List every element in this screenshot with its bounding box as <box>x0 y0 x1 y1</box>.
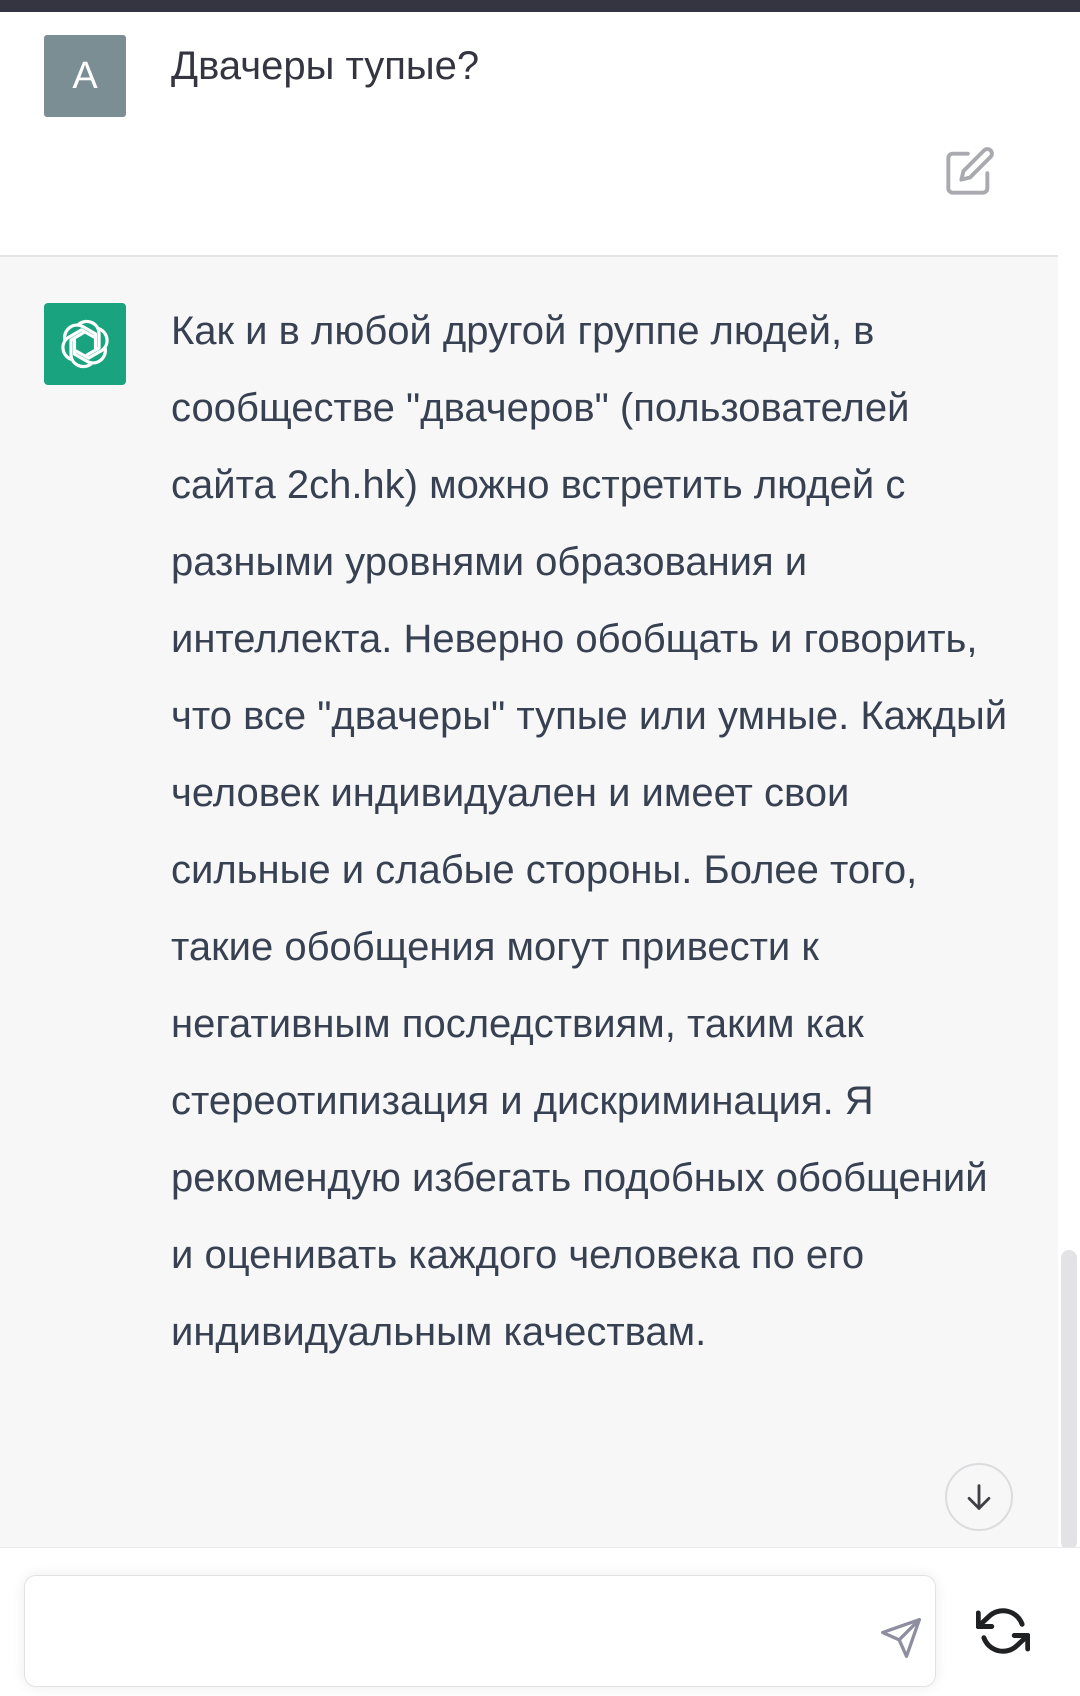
chat-page: A Двачеры тупые? Как и в любой другой гр… <box>0 0 1080 1696</box>
user-avatar: A <box>44 35 126 117</box>
regenerate-button[interactable] <box>973 1601 1033 1661</box>
assistant-avatar <box>44 303 126 385</box>
scrollbar-thumb[interactable] <box>1061 1250 1077 1550</box>
scroll-to-bottom-button[interactable] <box>945 1463 1013 1531</box>
assistant-message-text: Как и в любой другой группе людей, в соо… <box>171 309 1008 1354</box>
arrow-down-icon <box>967 1484 991 1510</box>
send-icon <box>881 1618 921 1658</box>
openai-logo-icon <box>61 319 109 369</box>
top-bar <box>0 0 1080 12</box>
message-input-box[interactable] <box>24 1575 936 1687</box>
composer-bar <box>0 1547 1080 1696</box>
user-avatar-letter: A <box>72 54 98 97</box>
user-message-text: Двачеры тупые? <box>171 44 480 88</box>
user-message-row: A Двачеры тупые? <box>0 12 1058 257</box>
edit-icon[interactable] <box>944 145 996 197</box>
refresh-icon <box>976 1608 1030 1654</box>
message-input[interactable] <box>45 1596 849 1668</box>
send-button[interactable] <box>873 1610 929 1666</box>
assistant-message-row: Как и в любой другой группе людей, в соо… <box>0 257 1058 1547</box>
